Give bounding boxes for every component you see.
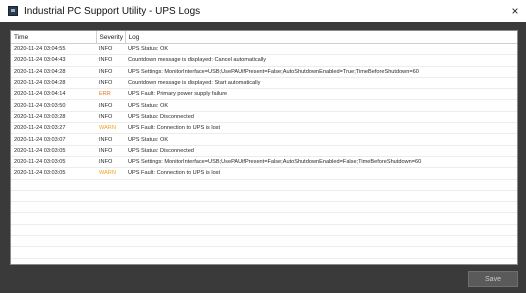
- log-message-cell: UPS Settings: MonitorInterface=USB;UsePA…: [125, 156, 517, 169]
- table-row[interactable]: 2020-11-24 03:04:28 INFO UPS Settings: Mon…: [11, 66, 517, 78]
- column-header-time[interactable]: Time: [11, 31, 97, 44]
- empty-cell: [125, 224, 517, 237]
- log-time-cell: 2020-11-24 03:04:28: [11, 77, 96, 90]
- log-time-cell: 2020-11-24 03:04:55: [11, 43, 96, 56]
- table-row[interactable]: 2020-11-24 03:03:50 INFO UPS Status: OK: [11, 99, 517, 112]
- log-table-panel[interactable]: Time Severity Log 2020-11-24 03:04:55 INF…: [10, 30, 518, 265]
- log-severity-cell: INFO: [96, 156, 125, 169]
- log-message-cell: UPS Fault: Connection to UPS is lost: [125, 167, 517, 180]
- empty-cell: [96, 190, 125, 203]
- log-severity-cell: WARN: [96, 167, 125, 180]
- empty-cell: [96, 201, 125, 214]
- log-time-cell: 2020-11-24 03:04:43: [11, 54, 96, 67]
- log-message-cell: UPS Fault: Primary power supply failure: [125, 88, 517, 101]
- log-message-cell: UPS Status: Disconnected: [125, 111, 517, 124]
- empty-row: [11, 235, 517, 248]
- empty-cell: [96, 258, 125, 264]
- empty-cell: [125, 179, 517, 191]
- table-row[interactable]: 2020-11-24 03:04:43 INFO Countdown message…: [11, 54, 517, 67]
- empty-row: [11, 190, 517, 203]
- log-severity-cell: INFO: [96, 66, 125, 78]
- log-time-cell: 2020-11-24 03:04:28: [11, 66, 96, 78]
- window-title: Industrial PC Support Utility - UPS Logs: [24, 5, 201, 17]
- empty-cell: [11, 179, 96, 191]
- log-time-cell: 2020-11-24 03:03:28: [11, 111, 96, 124]
- empty-row: [11, 201, 517, 214]
- empty-cell: [96, 246, 125, 259]
- log-table: Time Severity Log 2020-11-24 03:04:55 INF…: [11, 31, 517, 264]
- empty-cell: [11, 246, 96, 259]
- empty-row: [11, 246, 517, 259]
- log-message-cell: Countdown message is displayed: Start au…: [125, 77, 517, 90]
- column-header-severity[interactable]: Severity: [96, 31, 126, 44]
- empty-cell: [125, 246, 517, 259]
- empty-cell: [11, 201, 96, 214]
- log-table-body: 2020-11-24 03:04:55 INFO UPS Status: OK 202…: [11, 43, 517, 264]
- empty-cell: [11, 224, 96, 237]
- log-time-cell: 2020-11-24 03:03:50: [11, 99, 96, 112]
- log-message-cell: UPS Status: Disconnected: [125, 145, 517, 157]
- close-button[interactable]: ×: [504, 0, 526, 22]
- table-row[interactable]: 2020-11-24 03:03:07 INFO UPS Status: OK: [11, 133, 517, 146]
- empty-cell: [96, 235, 125, 248]
- table-header-row: Time Severity Log: [11, 31, 517, 44]
- table-row[interactable]: 2020-11-24 03:03:05 INFO UPS Status: Disco…: [11, 145, 517, 157]
- log-severity-cell: INFO: [96, 43, 125, 56]
- table-row[interactable]: 2020-11-24 03:04:14 ERR UPS Fault: Primary…: [11, 88, 517, 101]
- log-severity-cell: INFO: [96, 145, 125, 157]
- log-time-cell: 2020-11-24 03:04:14: [11, 88, 96, 101]
- column-header-log[interactable]: Log: [125, 31, 517, 44]
- empty-row: [11, 179, 517, 191]
- empty-row: [11, 212, 517, 225]
- empty-cell: [96, 212, 125, 225]
- empty-cell: [125, 235, 517, 248]
- empty-row: [11, 258, 517, 264]
- empty-cell: [11, 258, 96, 264]
- log-message-cell: UPS Fault: Connection to UPS is lost: [125, 122, 517, 135]
- log-time-cell: 2020-11-24 03:03:27: [11, 122, 96, 135]
- log-severity-cell: WARN: [96, 122, 125, 135]
- empty-cell: [11, 190, 96, 203]
- table-row[interactable]: 2020-11-24 03:03:05 INFO UPS Settings: Mon…: [11, 156, 517, 169]
- log-message-cell: UPS Status: OK: [125, 133, 517, 146]
- empty-cell: [125, 190, 517, 203]
- log-time-cell: 2020-11-24 03:03:05: [11, 145, 96, 157]
- empty-cell: [11, 212, 96, 225]
- log-severity-cell: INFO: [96, 54, 125, 67]
- table-row[interactable]: 2020-11-24 03:04:55 INFO UPS Status: OK: [11, 43, 517, 56]
- log-severity-cell: ERR: [96, 88, 125, 101]
- table-row[interactable]: 2020-11-24 03:03:05 WARN UPS Fault: Connec…: [11, 167, 517, 180]
- table-row[interactable]: 2020-11-24 03:03:28 INFO UPS Status: Disco…: [11, 111, 517, 124]
- empty-row: [11, 224, 517, 237]
- log-message-cell: UPS Status: OK: [125, 43, 517, 56]
- empty-cell: [11, 235, 96, 248]
- log-severity-cell: INFO: [96, 77, 125, 90]
- log-severity-cell: INFO: [96, 111, 125, 124]
- empty-cell: [125, 212, 517, 225]
- empty-cell: [125, 201, 517, 214]
- table-row[interactable]: 2020-11-24 03:03:27 WARN UPS Fault: Connec…: [11, 122, 517, 135]
- log-time-cell: 2020-11-24 03:03:07: [11, 133, 96, 146]
- bottom-bar: Save: [10, 271, 518, 287]
- log-message-cell: Countdown message is displayed: Cancel a…: [125, 54, 517, 67]
- ups-logs-window: Industrial PC Support Utility - UPS Logs…: [0, 0, 526, 293]
- log-message-cell: UPS Status: OK: [125, 99, 517, 112]
- empty-cell: [96, 224, 125, 237]
- log-severity-cell: INFO: [96, 133, 125, 146]
- log-severity-cell: INFO: [96, 99, 125, 112]
- save-button[interactable]: Save: [468, 271, 518, 287]
- title-bar: Industrial PC Support Utility - UPS Logs…: [0, 0, 526, 22]
- app-icon: [8, 6, 18, 16]
- table-row[interactable]: 2020-11-24 03:04:28 INFO Countdown message…: [11, 77, 517, 90]
- empty-cell: [125, 258, 517, 264]
- log-time-cell: 2020-11-24 03:03:05: [11, 156, 96, 169]
- log-message-cell: UPS Settings: MonitorInterface=USB;UsePA…: [125, 66, 517, 78]
- log-time-cell: 2020-11-24 03:03:05: [11, 167, 96, 180]
- empty-cell: [96, 179, 125, 191]
